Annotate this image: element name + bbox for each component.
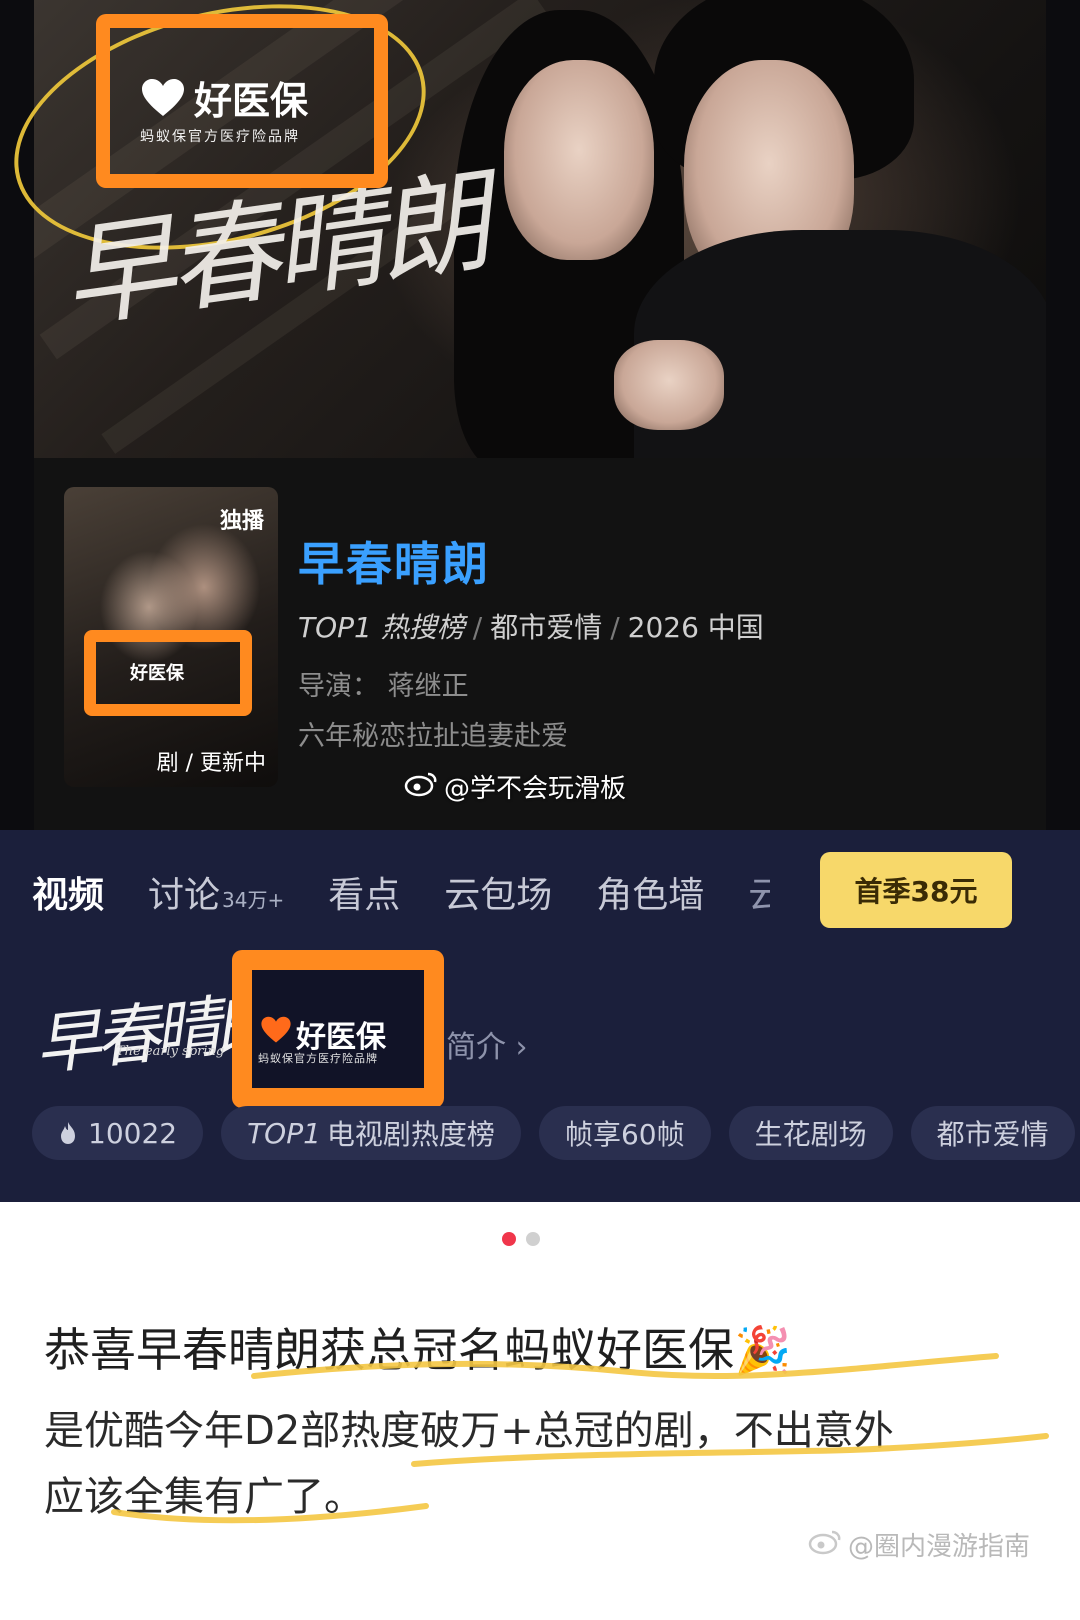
watermark-text-top: @学不会玩滑板 [444, 774, 627, 804]
theater-chip[interactable]: 生花剧场 [728, 1106, 893, 1160]
tab-video[interactable]: 视频 [32, 866, 104, 918]
show-genre: 都市爱情 [490, 611, 603, 644]
show-tagline: 六年秘恋拉扯追妻赴爱 [298, 721, 568, 752]
heat-chip[interactable]: 10022 [32, 1106, 204, 1160]
poster-sponsor-logo: 好医保 [130, 663, 184, 684]
show-rank[interactable]: TOP1 热搜榜 [298, 611, 465, 644]
sponsor-logo-name: 好医保 [194, 79, 309, 123]
weibo-watermark-top: @学不会玩滑板 [404, 768, 626, 805]
watermark-text-bottom: @圈内漫游指南 [848, 1532, 1031, 1562]
discussion-count: 34万+ [222, 888, 285, 912]
flame-icon [61, 1122, 75, 1144]
ranking-rank: TOP1 [247, 1116, 321, 1150]
weibo-watermark-bottom: @圈内漫游指南 [808, 1526, 1030, 1563]
carousel-pagination[interactable] [502, 1232, 550, 1246]
weibo-icon [404, 771, 438, 804]
tag-chips: 10022 TOP1 电视剧热度榜 帧享60帧 生花剧场 都市爱情 [32, 1106, 1080, 1160]
page-dot[interactable] [526, 1232, 540, 1246]
handdrawn-underline [251, 1353, 999, 1379]
show-script-logo-sub: The early spring [116, 1044, 225, 1059]
tab-discussion[interactable]: 讨论 34万+ [148, 866, 284, 918]
page-dot-active[interactable] [502, 1232, 516, 1246]
tab-highlights[interactable]: 看点 [328, 866, 400, 918]
heat-value: 10022 [88, 1116, 178, 1150]
detail-sponsor-subtitle: 蚂蚁保官方医疗险品牌 [258, 1052, 378, 1065]
sponsor-logo-subtitle: 蚂蚁保官方医疗险品牌 [140, 129, 300, 145]
buy-season-button[interactable]: 首季38元 [820, 852, 1012, 928]
tab-bar: 视频 讨论 34万+ 看点 云包场 角色墙 云 [32, 862, 770, 922]
tab-cloud-screening[interactable]: 云包场 [444, 866, 552, 918]
update-status: 剧 / 更新中 [156, 751, 266, 776]
tab-clipped[interactable]: 云 [748, 866, 770, 918]
weibo-icon [808, 1529, 842, 1562]
exclusive-badge: 独播 [219, 509, 264, 534]
show-title[interactable]: 早春晴朗 [298, 528, 490, 594]
show-meta: TOP1 热搜榜 / 都市爱情/2026 中国 [298, 611, 764, 644]
frame-rate-chip[interactable]: 帧享60帧 [538, 1106, 711, 1160]
heart-logo-icon [142, 79, 184, 116]
ranking-label: 电视剧热度榜 [326, 1118, 495, 1151]
show-director: 导演： 蒋继正 [298, 671, 469, 702]
intro-link[interactable]: 简介 › [446, 1022, 528, 1066]
ranking-chip[interactable]: TOP1 电视剧热度榜 [221, 1106, 521, 1160]
tab-character-wall[interactable]: 角色墙 [596, 866, 704, 918]
handdrawn-underline [411, 1433, 1049, 1467]
handdrawn-underline [111, 1503, 429, 1524]
show-year-region: 2026 中国 [627, 611, 764, 644]
genre-chip[interactable]: 都市爱情 [910, 1106, 1075, 1160]
heart-logo-icon [261, 1016, 291, 1043]
